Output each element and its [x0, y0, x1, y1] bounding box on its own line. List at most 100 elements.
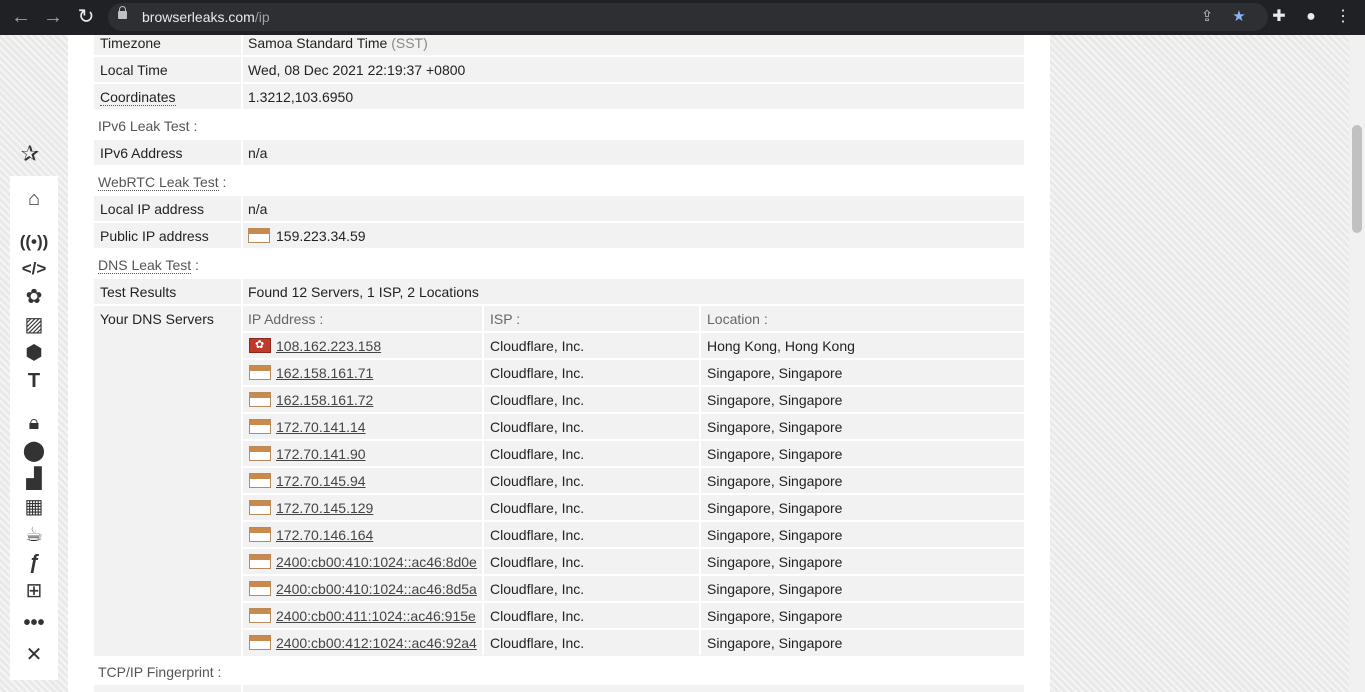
- coffee-icon[interactable]: ☕︎: [19, 522, 49, 548]
- isp-cell: Cloudflare, Inc.: [490, 392, 585, 408]
- location-cell: Singapore, Singapore: [707, 446, 843, 462]
- ip-address-link[interactable]: 162.158.161.72: [276, 392, 373, 408]
- ip-address-link[interactable]: 2400:cb00:410:1024::ac46:8d0e: [276, 554, 477, 570]
- location-cell: Singapore, Singapore: [707, 581, 843, 597]
- broadcast-icon[interactable]: ((•)): [19, 229, 49, 255]
- pin-icon[interactable]: ✰: [16, 140, 44, 168]
- dns-section-link[interactable]: DNS Leak Test: [98, 257, 192, 274]
- ip-address-link[interactable]: 108.162.223.158: [276, 338, 381, 354]
- table-row: 162.158.161.71 Cloudflare, Inc. Singapore,…: [243, 358, 1024, 385]
- lock-icon[interactable]: 🔒︎: [19, 410, 49, 436]
- map-marker-icon[interactable]: ⬤: [19, 438, 49, 464]
- ip-address-link[interactable]: 172.70.141.14: [276, 419, 366, 435]
- singapore-flag-icon: [249, 635, 271, 650]
- webrtc-section-link[interactable]: WebRTC Leak Test: [98, 174, 219, 191]
- windows-icon[interactable]: ⊞: [19, 578, 49, 604]
- ipv6-address-row: IPv6 Address n/a: [94, 140, 1024, 165]
- ip-address-link[interactable]: 162.158.161.71: [276, 365, 373, 381]
- row-value: Wed, 08 Dec 2021 22:19:37 +0800: [248, 62, 466, 78]
- singapore-flag-icon: [249, 446, 271, 461]
- ip-address-link[interactable]: 2400:cb00:412:1024::ac46:92a4: [276, 635, 477, 651]
- row-value: Samoa Standard Time (SST): [248, 35, 428, 51]
- table-row: 172.70.145.94 Cloudflare, Inc. Singapore, …: [243, 466, 1024, 493]
- bookmark-star-icon[interactable]: ★: [1228, 6, 1250, 28]
- row-value: n/a: [248, 201, 268, 217]
- row-value: n/a: [248, 145, 268, 161]
- hong-kong-flag-icon: [249, 338, 271, 353]
- row-label: Test Results: [100, 284, 177, 300]
- isp-cell: Cloudflare, Inc.: [490, 554, 585, 570]
- timezone-row: Timezone Samoa Standard Time (SST): [94, 35, 1024, 55]
- ip-address-link[interactable]: 2400:cb00:410:1024::ac46:8d5a: [276, 581, 477, 597]
- tcpip-section-title: TCP/IP Fingerprint :: [98, 664, 222, 680]
- location-cell: Singapore, Singapore: [707, 473, 843, 489]
- menu-icon[interactable]: ⋮: [1330, 5, 1356, 29]
- location-cell: Singapore, Singapore: [707, 554, 843, 570]
- text-height-icon[interactable]: T: [19, 368, 49, 394]
- extensions-icon[interactable]: ✚: [1266, 5, 1292, 29]
- scrollbar-thumb[interactable]: [1352, 125, 1362, 233]
- url-host: browserleaks.com: [142, 9, 255, 25]
- ip-address-link[interactable]: 172.70.141.90: [276, 446, 366, 462]
- ip-address-link[interactable]: 172.70.145.129: [276, 500, 373, 516]
- more-icon[interactable]: •••: [19, 610, 49, 636]
- isp-cell: Cloudflare, Inc.: [490, 365, 585, 381]
- row-label: IPv6 Address: [100, 145, 183, 161]
- coordinates-row: Coordinates 1.3212,103.6950: [94, 84, 1024, 109]
- public-ip-row: Public IP address 159.223.34.59: [94, 223, 1024, 248]
- ip-address-link[interactable]: 172.70.145.94: [276, 473, 366, 489]
- back-icon[interactable]: ←: [8, 5, 34, 29]
- ip-address-link[interactable]: 172.70.146.164: [276, 527, 373, 543]
- row-label: Local IP address: [100, 201, 205, 217]
- column-header-isp: ISP :: [490, 311, 521, 327]
- wall-icon[interactable]: ▦: [19, 494, 49, 520]
- row-value: Found 12 Servers, 1 ISP, 2 Locations: [248, 284, 479, 300]
- puzzle-icon[interactable]: ✿: [19, 284, 49, 310]
- isp-cell: Cloudflare, Inc.: [490, 338, 585, 354]
- image-icon[interactable]: ▨: [19, 312, 49, 338]
- table-row: 2400:cb00:411:1024::ac46:915e Cloudflare,…: [243, 601, 1024, 628]
- isp-cell: Cloudflare, Inc.: [490, 500, 585, 516]
- row-label: Public IP address: [100, 228, 209, 244]
- isp-cell: Cloudflare, Inc.: [490, 635, 585, 651]
- isp-cell: Cloudflare, Inc.: [490, 581, 585, 597]
- column-header-ip: IP Address :: [248, 311, 324, 327]
- page-scrollbar[interactable]: [1349, 35, 1365, 692]
- singapore-flag-icon: [249, 581, 271, 596]
- share-icon[interactable]: ⇪: [1196, 6, 1218, 28]
- browser-toolbar: ← → ↻ browserleaks.com/ip ⇪ ★ ✚ ● ⋮: [0, 0, 1365, 35]
- profile-icon[interactable]: ●: [1298, 5, 1324, 29]
- flash-icon[interactable]: ƒ: [19, 550, 49, 576]
- table-row: 2400:cb00:412:1024::ac46:92a4 Cloudflare,…: [243, 628, 1024, 655]
- table-row: 2400:cb00:410:1024::ac46:8d5a Cloudflare,…: [243, 574, 1024, 601]
- coordinates-link[interactable]: Coordinates: [100, 89, 176, 106]
- singapore-flag-icon: [249, 554, 271, 569]
- location-cell: Singapore, Singapore: [707, 608, 843, 624]
- cube-icon[interactable]: ⬢: [19, 340, 49, 366]
- url-path: /ip: [254, 9, 270, 25]
- singapore-flag-icon: [249, 419, 271, 434]
- tools-icon[interactable]: ✕: [19, 642, 49, 668]
- row-label: Local Time: [100, 62, 168, 78]
- isp-cell: Cloudflare, Inc.: [490, 419, 585, 435]
- signal-icon[interactable]: ▟: [19, 466, 49, 492]
- page-content: Timezone Samoa Standard Time (SST) Local…: [68, 35, 1050, 692]
- singapore-flag-icon: [249, 608, 271, 623]
- isp-cell: Cloudflare, Inc.: [490, 473, 585, 489]
- lock-icon[interactable]: [118, 6, 127, 19]
- home-icon[interactable]: ⌂: [19, 186, 49, 212]
- dns-servers-table: Your DNS Servers IP Address : ISP : Loca…: [94, 306, 1024, 656]
- dns-section-title: DNS Leak Test :: [98, 257, 199, 274]
- singapore-flag-icon: [248, 228, 270, 243]
- address-bar[interactable]: browserleaks.com/ip ⇪ ★: [108, 3, 1268, 31]
- local-time-row: Local Time Wed, 08 Dec 2021 22:19:37 +08…: [94, 57, 1024, 82]
- tools-sidebar: ⌂ ((•)) </> ✿ ▨ ⬢ T 🔒︎ ⬤ ▟ ▦ ☕︎ ƒ ⊞ ••• …: [10, 176, 58, 680]
- reload-icon[interactable]: ↻: [73, 5, 99, 29]
- code-icon[interactable]: </>: [19, 256, 49, 282]
- singapore-flag-icon: [249, 527, 271, 542]
- singapore-flag-icon: [249, 500, 271, 515]
- forward-icon[interactable]: →: [40, 5, 66, 29]
- ip-address-link[interactable]: 2400:cb00:411:1024::ac46:915e: [276, 608, 476, 624]
- table-row: 172.70.141.14 Cloudflare, Inc. Singapore, …: [243, 412, 1024, 439]
- url-text: browserleaks.com/ip: [142, 9, 270, 25]
